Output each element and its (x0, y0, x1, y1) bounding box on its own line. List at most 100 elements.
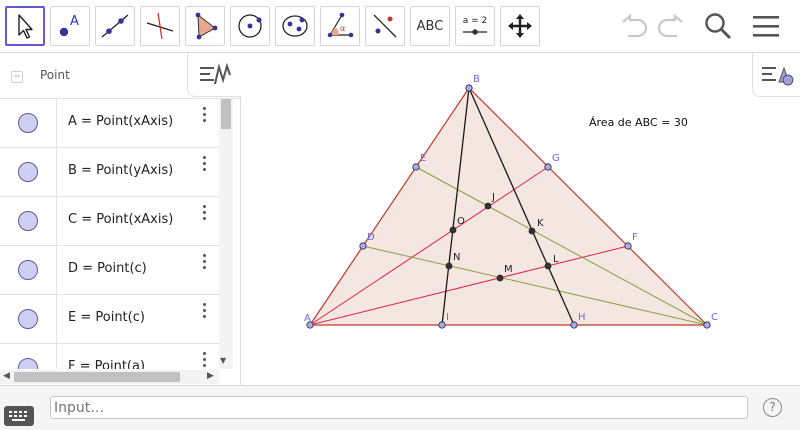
visibility-toggle-icon[interactable] (18, 113, 38, 133)
object-definition[interactable]: F = Point(a) (68, 359, 145, 369)
move-arrows-icon (508, 14, 532, 38)
angle-icon: α (327, 12, 354, 38)
point-label-m: M (504, 264, 513, 275)
point-f[interactable] (624, 242, 632, 250)
reflect-about-line-icon (373, 14, 397, 38)
redo-button[interactable] (654, 8, 688, 44)
algebra-style-bar-icon (199, 62, 231, 84)
point-label-e: E (420, 153, 426, 164)
collapse-group-toggle[interactable]: − (11, 71, 23, 83)
algebra-style-bar-toggle[interactable] (187, 53, 241, 97)
more-options-icon[interactable] (200, 303, 208, 323)
line-through-points-icon (101, 14, 129, 38)
point-icon: A (59, 14, 79, 37)
row-separator (56, 246, 57, 295)
circle-center-point-tool[interactable] (230, 6, 270, 46)
help-icon[interactable]: ? (763, 398, 782, 417)
point-label-j: J (491, 192, 495, 203)
algebra-input-field[interactable] (50, 396, 748, 419)
point-m[interactable] (496, 274, 504, 282)
undo-icon (622, 13, 648, 38)
point-c[interactable] (703, 321, 711, 329)
search-button[interactable] (701, 8, 735, 44)
algebra-row[interactable]: E = Point(c) (0, 295, 219, 344)
point-label-i: I (446, 312, 449, 323)
point-b[interactable] (465, 84, 473, 92)
polygon-icon (195, 12, 218, 40)
point-label-l: L (553, 254, 559, 265)
angle-tool[interactable]: α (320, 6, 360, 46)
graphics-view[interactable]: A B C D E F G H I J K L M N O Área de ABC = 30 (241, 53, 800, 385)
algebra-row[interactable]: D = Point(c) (0, 246, 219, 295)
point-k[interactable] (528, 227, 536, 235)
object-definition[interactable]: A = Point(xAxis) (68, 114, 173, 129)
point-n[interactable] (445, 262, 453, 270)
more-options-icon[interactable] (200, 156, 208, 176)
line-tool[interactable] (95, 6, 135, 46)
scroll-right-arrow-icon[interactable]: ▶ (207, 371, 214, 381)
object-definition[interactable]: E = Point(c) (68, 310, 145, 325)
ellipse-tool[interactable] (275, 6, 315, 46)
algebra-row[interactable]: F = Point(a) (0, 344, 219, 369)
visibility-toggle-icon[interactable] (18, 211, 38, 231)
algebra-row[interactable]: C = Point(xAxis) (0, 197, 219, 246)
scroll-left-arrow-icon[interactable]: ◀ (3, 371, 10, 381)
redo-icon (657, 13, 683, 38)
point-label-n: N (453, 252, 460, 263)
keyboard-icon (9, 411, 27, 421)
keyboard-toggle[interactable] (4, 406, 34, 426)
move-tool[interactable] (5, 6, 45, 46)
move-graphics-view-tool[interactable] (500, 6, 540, 46)
row-separator (56, 295, 57, 344)
graphics-style-bar-toggle[interactable] (752, 53, 800, 97)
object-definition[interactable]: D = Point(c) (68, 261, 147, 276)
point-e[interactable] (412, 163, 420, 171)
more-options-icon[interactable] (200, 107, 208, 127)
point-i[interactable] (438, 321, 446, 329)
toolbar: A α ABC a = 2 (0, 0, 800, 53)
vertical-scrollbar[interactable] (219, 99, 233, 369)
main-menu-button[interactable] (749, 8, 783, 44)
point-g[interactable] (544, 163, 552, 171)
search-icon (705, 13, 732, 40)
algebra-row[interactable]: B = Point(yAxis) (0, 148, 219, 197)
slider-icon: a = 2 (463, 16, 488, 35)
scroll-down-arrow-icon[interactable]: ▼ (220, 356, 226, 365)
row-separator (56, 197, 57, 246)
more-options-icon[interactable] (200, 352, 208, 369)
point-label-k: K (537, 218, 544, 229)
point-j[interactable] (484, 202, 492, 210)
area-text[interactable]: Área de ABC = 30 (589, 116, 688, 129)
point-h[interactable] (570, 321, 578, 329)
svg-text:a = 2: a = 2 (463, 16, 488, 26)
slider-tool[interactable]: a = 2 (455, 6, 495, 46)
point-d[interactable] (359, 242, 367, 250)
point-l[interactable] (544, 262, 552, 270)
algebra-row[interactable]: A = Point(xAxis) (0, 99, 219, 148)
object-definition[interactable]: C = Point(xAxis) (68, 212, 173, 227)
svg-text:A: A (70, 14, 79, 29)
reflect-tool[interactable] (365, 6, 405, 46)
more-options-icon[interactable] (200, 254, 208, 274)
horizontal-scrollbar-thumb[interactable] (14, 372, 180, 382)
polygon-tool[interactable] (185, 6, 225, 46)
point-label-c: C (711, 312, 718, 323)
point-tool[interactable]: A (50, 6, 90, 46)
perpendicular-line-tool[interactable] (140, 6, 180, 46)
vertical-scrollbar-thumb[interactable] (221, 99, 231, 129)
graphics-style-bar-icon (761, 66, 793, 85)
cursor-arrow-icon (18, 14, 33, 39)
visibility-toggle-icon[interactable] (18, 162, 38, 182)
geometry-canvas[interactable]: A B C D E F G H I J K L M N O Área de ABC = 30 (241, 53, 800, 385)
visibility-toggle-icon[interactable] (18, 260, 38, 280)
visibility-toggle-icon[interactable] (18, 309, 38, 329)
point-label-a: A (304, 313, 311, 324)
ellipse-icon (282, 15, 308, 37)
object-definition[interactable]: B = Point(yAxis) (68, 163, 173, 178)
visibility-toggle-icon[interactable] (18, 358, 38, 369)
text-tool[interactable]: ABC (410, 6, 450, 46)
more-options-icon[interactable] (200, 205, 208, 225)
point-label-f: F (632, 232, 638, 243)
point-o[interactable] (449, 226, 457, 234)
undo-button[interactable] (617, 8, 651, 44)
